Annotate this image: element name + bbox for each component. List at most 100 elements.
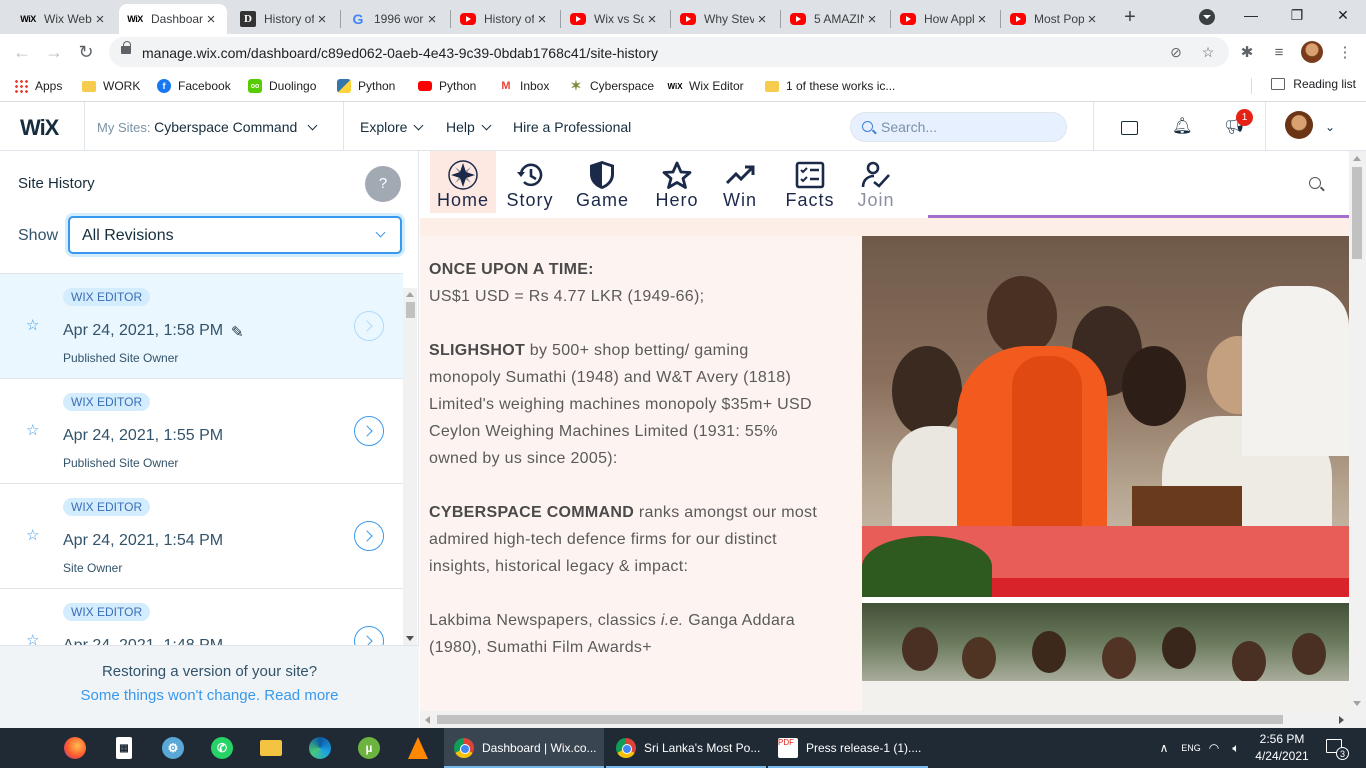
close-icon[interactable]: × [644,11,660,28]
taskbar-edge[interactable] [300,732,340,764]
nav-home[interactable]: Home [430,151,496,213]
star-icon[interactable]: ☆ [26,316,39,334]
minimize-button[interactable]: — [1228,0,1274,32]
restore-window-button[interactable]: ❐ [1274,0,1320,32]
open-revision-button[interactable] [354,626,384,645]
bookmark-python-youtube[interactable]: Python [418,77,476,95]
tab-search-icon[interactable] [1199,9,1215,25]
search-icon[interactable] [1309,177,1321,189]
scroll-up-arrow[interactable] [1353,156,1361,161]
address-bar[interactable]: manage.wix.com/dashboard/c89ed062-0aeb-4… [109,37,1229,67]
user-avatar[interactable] [1285,111,1313,139]
scrollbar-thumb[interactable] [437,715,1283,724]
scroll-down-arrow[interactable] [1353,701,1361,706]
browser-tab[interactable]: WiX Wix Website × [12,4,116,34]
extensions-puzzle-icon[interactable]: ✱ [1238,44,1256,62]
bookmark-duolingo[interactable]: oo Duolingo [248,77,316,95]
close-window-button[interactable]: ✕ [1320,0,1366,32]
dashboard-search[interactable] [850,112,1067,142]
taskbar-app-chrome-srilanka[interactable]: Sri Lanka's Most Po... [606,728,766,768]
preview-horizontal-scrollbar[interactable] [420,711,1349,728]
revision-list-scrollbar[interactable] [403,288,417,645]
chevron-up-icon[interactable]: ∧ [1156,740,1172,756]
bookmark-facebook[interactable]: f Facebook [157,77,231,95]
back-button[interactable]: ← [10,40,34,64]
eye-off-icon[interactable]: ⊘ [1168,44,1184,60]
bookmark-python[interactable]: Python [337,77,395,95]
taskbar-firefox[interactable] [55,732,95,764]
taskbar-utorrent[interactable]: µ [349,732,389,764]
star-icon[interactable]: ☆ [26,421,39,439]
chat-icon[interactable] [1121,121,1138,135]
start-button[interactable] [4,732,44,764]
read-more-link[interactable]: Some things won't change. Read more [0,687,419,704]
more-menu-icon[interactable]: ⋮ [1336,44,1354,62]
nav-join[interactable]: Join [854,151,898,213]
bookmark-star-icon[interactable]: ☆ [1200,44,1216,60]
clock-date[interactable]: 4/24/2021 [1247,749,1317,763]
browser-tab[interactable]: Most Popu × [1002,4,1108,34]
revision-filter-dropdown[interactable]: All Revisions [68,216,402,254]
explore-menu[interactable]: Explore [360,119,424,135]
bookmark-inbox[interactable]: M Inbox [499,77,549,95]
close-icon[interactable]: × [754,11,770,28]
input-language-indicator[interactable]: ENG [1180,740,1202,756]
browser-tab[interactable]: Why Steve × [672,4,778,34]
close-icon[interactable]: × [203,11,219,28]
scroll-left-arrow[interactable] [425,716,430,724]
browser-tab[interactable]: G 1996 world × [342,4,448,34]
bookmark-wix-editor[interactable]: WiX Wix Editor [667,77,743,95]
clock-time[interactable]: 2:56 PM [1252,732,1312,746]
nav-win[interactable]: Win [718,151,762,213]
browser-tab[interactable]: Wix vs Squ × [562,4,668,34]
open-revision-button[interactable] [354,311,384,341]
wifi-icon[interactable]: ◠ [1206,740,1222,756]
scrollbar-thumb[interactable] [1352,167,1362,259]
help-menu[interactable]: Help [446,119,492,135]
close-icon[interactable]: × [1084,11,1100,28]
bookmark-folder[interactable]: 1 of these works ic... [765,77,895,95]
close-icon[interactable]: × [424,11,440,28]
close-icon[interactable]: × [864,11,880,28]
revision-item[interactable]: WIX EDITOR ☆ Apr 24, 2021, 1:54 PM Site … [0,484,403,589]
nav-game[interactable]: Game [576,151,628,213]
taskbar-app-chrome-dashboard[interactable]: Dashboard | Wix.co... [444,728,604,768]
browser-tab[interactable]: 5 AMAZING × [782,4,888,34]
browser-tab[interactable]: D History of × [232,4,338,34]
chevron-down-icon[interactable]: ⌄ [1320,117,1340,137]
nav-story[interactable]: Story [504,151,556,213]
scrollbar-thumb[interactable] [406,302,415,318]
url-text[interactable]: manage.wix.com/dashboard/c89ed062-0aeb-4… [142,45,658,61]
pencil-icon[interactable]: ✎ [231,323,244,341]
forward-button[interactable]: → [42,40,66,64]
help-button[interactable]: ? [365,166,401,202]
bookmark-cyberspace[interactable]: ✶ Cyberspace [569,77,654,95]
lock-icon[interactable] [121,41,131,54]
taskbar-settings[interactable]: ⚙ [153,732,193,764]
new-tab-button[interactable]: + [1119,6,1141,28]
revision-item[interactable]: WIX EDITOR ☆ Apr 24, 2021, 1:48 PM [0,589,403,645]
close-icon[interactable]: × [974,11,990,28]
preview-vertical-scrollbar[interactable] [1349,151,1366,728]
volume-icon[interactable]: 🔈︎ [1228,740,1244,756]
open-revision-button[interactable] [354,416,384,446]
reload-button[interactable]: ↻ [74,40,98,64]
browser-tab[interactable]: History of × [452,4,558,34]
site-selector[interactable]: My Sites: Cyberspace Command [97,119,318,135]
bookmark-work[interactable]: WORK [82,77,140,95]
scroll-down-arrow[interactable] [406,636,414,641]
scroll-right-arrow[interactable] [1339,716,1344,724]
taskbar-app-pdf[interactable]: PDF Press release-1 (1).... [768,728,928,768]
bookmark-apps[interactable]: Apps [14,77,62,95]
profile-avatar[interactable] [1301,41,1323,63]
nav-hero[interactable]: Hero [651,151,703,213]
hire-professional-link[interactable]: Hire a Professional [513,119,631,135]
taskbar-whatsapp[interactable]: ✆ [202,732,242,764]
reading-list-button[interactable]: Reading list [1271,77,1356,91]
taskbar-vlc[interactable] [398,732,438,764]
scroll-up-arrow[interactable] [406,292,414,297]
browser-tab[interactable]: How Apple × [892,4,998,34]
nav-facts[interactable]: Facts [782,151,838,213]
revision-item[interactable]: WIX EDITOR ☆ Apr 24, 2021, 1:58 PM ✎ Pub… [0,274,403,379]
search-input[interactable] [881,119,1056,135]
